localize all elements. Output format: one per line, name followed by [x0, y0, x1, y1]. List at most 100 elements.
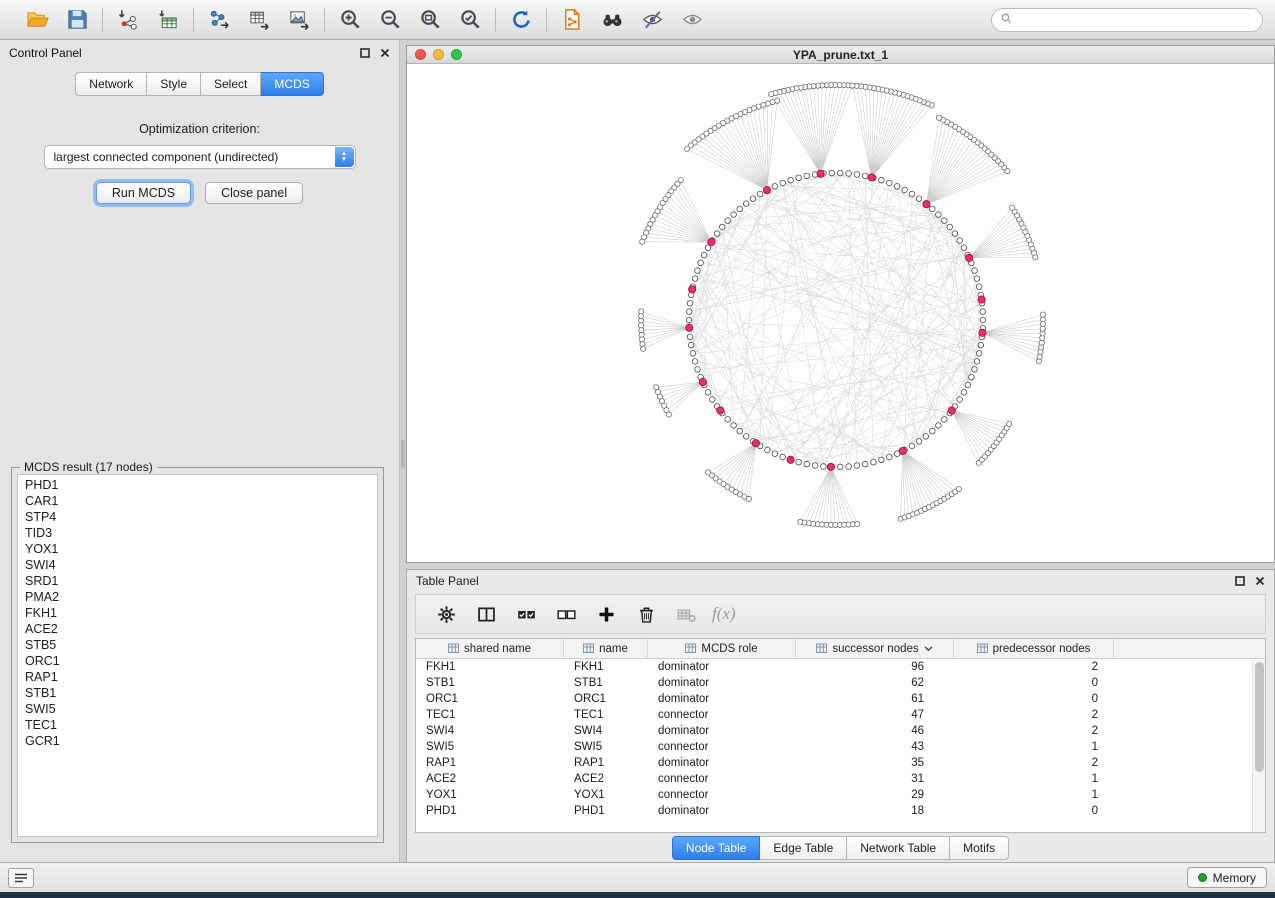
panel-splitter[interactable]	[400, 40, 406, 862]
show-all-button[interactable]	[677, 5, 707, 35]
close-table-panel-icon[interactable]	[1255, 576, 1265, 586]
save-button[interactable]	[62, 5, 92, 35]
cell-shared-name: ORC1	[416, 691, 564, 707]
cell-shared-name: SWI4	[416, 723, 564, 739]
cell-name: STB1	[564, 675, 648, 691]
tab-motifs[interactable]: Motifs	[950, 836, 1009, 860]
deselect-all-columns-button[interactable]	[550, 599, 582, 629]
memory-button[interactable]: Memory	[1187, 867, 1267, 888]
minimize-window-icon[interactable]	[433, 49, 444, 60]
close-window-icon[interactable]	[415, 49, 426, 60]
table-row[interactable]: YOX1YOX1connector291	[416, 787, 1265, 803]
export-network-button[interactable]	[204, 5, 234, 35]
table-mode-gear-button[interactable]	[430, 599, 462, 629]
tab-node-table[interactable]: Node Table	[672, 836, 761, 860]
zoom-out-button[interactable]	[375, 5, 405, 35]
export-table-button[interactable]	[244, 5, 274, 35]
mcds-result-item[interactable]: SWI4	[18, 557, 377, 573]
table-row[interactable]: SWI5SWI5connector431	[416, 739, 1265, 755]
table-row[interactable]: ORC1ORC1dominator610	[416, 691, 1265, 707]
zoom-out-icon	[379, 8, 402, 31]
delete-table-button[interactable]	[670, 599, 702, 629]
column-grid-icon	[685, 643, 696, 654]
function-builder-button[interactable]: f(x)	[710, 599, 736, 629]
select-all-columns-button[interactable]	[510, 599, 542, 629]
column-header-name[interactable]: name	[564, 639, 648, 658]
tab-edge-table[interactable]: Edge Table	[760, 836, 847, 860]
cell-successor-nodes: 62	[796, 675, 954, 691]
new-network-from-selection-button[interactable]	[557, 5, 587, 35]
tab-network[interactable]: Network	[75, 72, 147, 96]
find-icon	[601, 8, 624, 31]
splitter-handle-icon[interactable]	[401, 440, 405, 468]
column-header-predecessor-nodes[interactable]: predecessor nodes	[954, 639, 1114, 658]
column-header-successor-nodes[interactable]: successor nodes	[796, 639, 954, 658]
hide-selected-button[interactable]	[637, 5, 667, 35]
toolbar-group	[496, 5, 546, 35]
table-row[interactable]: ACE2ACE2connector311	[416, 771, 1265, 787]
cell-mcds-role: dominator	[648, 803, 796, 819]
table-row[interactable]: STB1STB1dominator620	[416, 675, 1265, 691]
mcds-result-item[interactable]: ACE2	[18, 621, 377, 637]
table-scrollbar[interactable]	[1252, 660, 1265, 832]
table-row[interactable]: PHD1PHD1dominator180	[416, 803, 1265, 819]
table-panel-header: Table Panel	[407, 570, 1274, 592]
mcds-result-item[interactable]: STB1	[18, 685, 377, 701]
mcds-result-item[interactable]: GCR1	[18, 733, 377, 749]
float-panel-icon[interactable]	[360, 48, 370, 58]
import-network-from-file-button[interactable]	[113, 5, 143, 35]
mcds-result-item[interactable]: SRD1	[18, 573, 377, 589]
network-window-titlebar[interactable]: YPA_prune.txt_1	[407, 46, 1274, 64]
mcds-result-item[interactable]: PHD1	[18, 477, 377, 493]
add-column-button[interactable]	[590, 599, 622, 629]
column-header-shared-name[interactable]: shared name	[416, 639, 564, 658]
float-table-panel-icon[interactable]	[1235, 576, 1245, 586]
show-column-panel-button[interactable]	[470, 599, 502, 629]
maximize-window-icon[interactable]	[451, 49, 462, 60]
apply-preferred-layout-button[interactable]	[506, 5, 536, 35]
mcds-result-item[interactable]: FKH1	[18, 605, 377, 621]
tab-mcds[interactable]: MCDS	[261, 72, 323, 96]
hide-selected-icon	[641, 8, 664, 31]
column-header-MCDS-role[interactable]: MCDS role	[648, 639, 796, 658]
delete-columns-button[interactable]	[630, 599, 662, 629]
network-graph[interactable]	[407, 64, 1274, 562]
mcds-result-item[interactable]: STP4	[18, 509, 377, 525]
cell-mcds-role: connector	[648, 739, 796, 755]
open-folder-button[interactable]	[22, 5, 52, 35]
table-row[interactable]: RAP1RAP1dominator352	[416, 755, 1265, 771]
close-panel-icon[interactable]	[380, 48, 390, 58]
cell-name: PHD1	[564, 803, 648, 819]
mcds-result-item[interactable]: ORC1	[18, 653, 377, 669]
tab-style[interactable]: Style	[147, 72, 201, 96]
import-table-from-file-button[interactable]	[153, 5, 183, 35]
network-canvas[interactable]	[407, 64, 1274, 562]
table-row[interactable]: FKH1FKH1dominator962	[416, 659, 1265, 675]
table-row[interactable]: SWI4SWI4dominator462	[416, 723, 1265, 739]
mcds-result-item[interactable]: PMA2	[18, 589, 377, 605]
zoom-selected-button[interactable]	[455, 5, 485, 35]
scrollbar-thumb[interactable]	[1255, 662, 1264, 772]
tab-network-table[interactable]: Network Table	[847, 836, 950, 860]
optimization-criterion-select[interactable]: largest connected component (undirected)…	[44, 145, 356, 169]
mcds-result-item[interactable]: RAP1	[18, 669, 377, 685]
network-window-title: YPA_prune.txt_1	[407, 48, 1274, 62]
find-button[interactable]	[597, 5, 627, 35]
close-panel-button[interactable]: Close panel	[205, 182, 303, 204]
run-mcds-button[interactable]: Run MCDS	[96, 182, 191, 204]
mcds-result-item[interactable]: TID3	[18, 525, 377, 541]
search-box[interactable]	[991, 8, 1263, 32]
tab-select[interactable]: Select	[201, 72, 261, 96]
mcds-result-item[interactable]: YOX1	[18, 541, 377, 557]
mcds-result-item[interactable]: TEC1	[18, 717, 377, 733]
zoom-fit-button[interactable]	[415, 5, 445, 35]
search-input[interactable]	[1018, 13, 1254, 27]
mcds-result-item[interactable]: CAR1	[18, 493, 377, 509]
mcds-result-item[interactable]: STB5	[18, 637, 377, 653]
export-image-button[interactable]	[284, 5, 314, 35]
table-row[interactable]: TEC1TEC1connector472	[416, 707, 1265, 723]
mcds-result-item[interactable]: SWI5	[18, 701, 377, 717]
zoom-in-button[interactable]	[335, 5, 365, 35]
status-menu-button[interactable]	[8, 868, 34, 888]
workspace-column: YPA_prune.txt_1 Table Panel f(x) shar	[406, 40, 1275, 862]
